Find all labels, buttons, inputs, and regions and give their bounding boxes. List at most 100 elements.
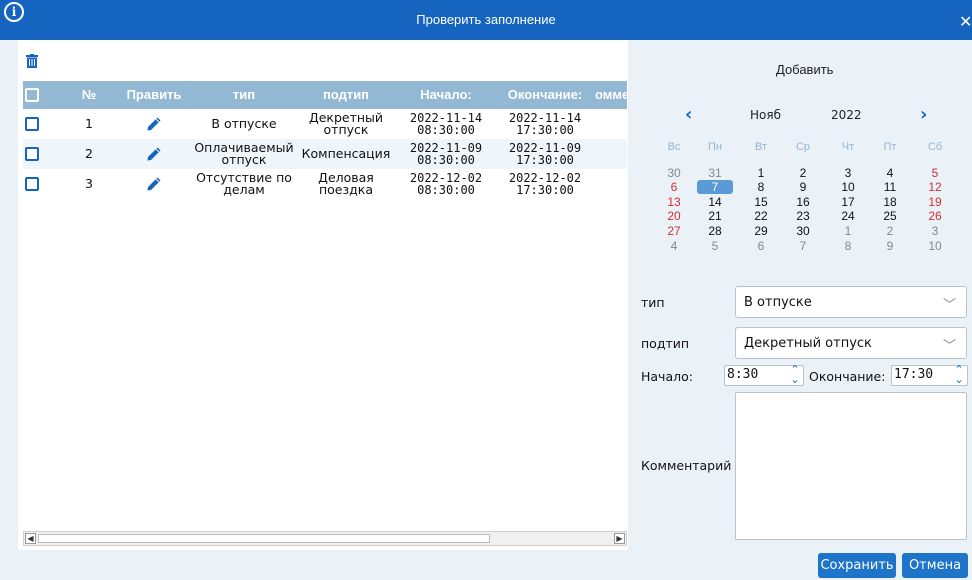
calendar-day[interactable]: 25 (875, 209, 905, 223)
calendar-day[interactable]: 30 (659, 166, 689, 180)
pencil-icon[interactable] (146, 146, 162, 162)
edit-cell[interactable] (121, 169, 187, 199)
table-row[interactable]: 1 В отпуске Декретный отпуск 2022-11-14 08:… (23, 109, 627, 139)
calendar-day[interactable]: 8 (746, 180, 776, 194)
calendar-day[interactable]: 24 (833, 209, 863, 223)
calendar-day[interactable]: 31 (700, 166, 730, 180)
calendar-day[interactable]: 9 (875, 239, 905, 253)
calendar-day[interactable]: 29 (746, 224, 776, 238)
cell-start: 2022-11-14 08:30:00 (409, 111, 483, 137)
calendar-day[interactable]: 28 (700, 224, 730, 238)
type-select[interactable]: В отпуске ﹀ (735, 286, 967, 318)
calendar-year[interactable]: 2022 (831, 108, 862, 122)
cell-subtype: Декретный отпуск (308, 110, 384, 137)
calendar-weekday: Вс (667, 141, 681, 153)
cell-start: 2022-12-02 08:30:00 (409, 171, 483, 197)
header-end[interactable]: Окончание: (497, 81, 593, 109)
calendar-day[interactable]: 12 (920, 180, 950, 194)
calendar-day[interactable]: 5 (700, 239, 730, 253)
calendar-day[interactable]: 27 (659, 224, 689, 238)
cell-end: 2022-12-02 17:30:00 (508, 171, 582, 197)
header-edit[interactable]: Править (121, 81, 187, 109)
calendar-day[interactable]: 22 (746, 209, 776, 223)
calendar-day[interactable]: 13 (659, 195, 689, 209)
calendar-day[interactable]: 3 (920, 224, 950, 238)
scroll-right-arrow-icon[interactable]: ▶ (614, 533, 625, 544)
calendar-month[interactable]: Нояб (750, 108, 781, 122)
calendar-day[interactable]: 9 (788, 180, 818, 194)
calendar-day[interactable]: 5 (920, 166, 950, 180)
calendar-day[interactable]: 6 (659, 180, 689, 194)
row-checkbox[interactable] (25, 117, 39, 131)
spinner-icon[interactable]: ⌃ ⌄ (954, 364, 964, 385)
calendar-day[interactable]: 3 (833, 166, 863, 180)
header-number[interactable]: № (61, 81, 117, 109)
start-time-input[interactable]: 8:30 ⌃ ⌄ (724, 364, 804, 386)
calendar-day[interactable]: 10 (920, 239, 950, 253)
pencil-icon[interactable] (146, 116, 162, 132)
calendar-day[interactable]: 20 (659, 209, 689, 223)
calendar-day[interactable]: 26 (920, 209, 950, 223)
calendar-day[interactable]: 30 (788, 224, 818, 238)
calendar-weekday: Сб (927, 141, 943, 153)
header-type[interactable]: тип (193, 81, 295, 109)
subtype-select-value: Декретный отпуск (744, 336, 872, 351)
calendar-day[interactable]: 2 (875, 224, 905, 238)
calendar-day[interactable]: 2 (788, 166, 818, 180)
calendar-day[interactable]: 23 (788, 209, 818, 223)
header-comment[interactable]: омме (595, 81, 627, 109)
cell-type: Оплачиваемый отпуск (194, 140, 294, 167)
calendar-weekday: Ср (795, 141, 811, 153)
info-icon[interactable]: i (4, 2, 24, 22)
save-button[interactable]: Сохранить (818, 553, 896, 578)
row-checkbox[interactable] (25, 177, 39, 191)
pencil-icon[interactable] (146, 176, 162, 192)
close-icon[interactable]: ✕ (959, 15, 972, 28)
end-time-input[interactable]: 17:30 ⌃ ⌄ (891, 364, 968, 386)
records-grid: № Править тип подтип Начало: Окончание: … (23, 81, 627, 528)
spinner-icon[interactable]: ⌃ ⌄ (790, 364, 800, 385)
chevron-right-icon[interactable]: › (920, 106, 927, 124)
subtype-label: подтип (641, 336, 690, 351)
calendar-day[interactable]: 7 (788, 239, 818, 253)
chevron-left-icon[interactable]: ‹ (685, 106, 692, 124)
comment-textarea[interactable] (735, 392, 967, 540)
calendar-day[interactable]: 15 (746, 195, 776, 209)
calendar-day[interactable]: 18 (875, 195, 905, 209)
calendar-day[interactable]: 19 (920, 195, 950, 209)
calendar-day[interactable]: 14 (700, 195, 730, 209)
edit-cell[interactable] (121, 109, 187, 139)
calendar-day[interactable]: 17 (833, 195, 863, 209)
calendar-day[interactable]: 21 (700, 209, 730, 223)
scroll-left-arrow-icon[interactable]: ◀ (25, 533, 36, 544)
subtype-select[interactable]: Декретный отпуск ﹀ (735, 327, 967, 359)
header-subtype[interactable]: подтип (301, 81, 391, 109)
table-row[interactable]: 3 Отсутствие по делам Деловая поездка 2022-… (23, 169, 627, 199)
calendar-weekday: Пт (883, 141, 897, 153)
edit-cell[interactable] (121, 139, 187, 169)
comment-label: Комментарий (641, 458, 732, 473)
start-time-value: 8:30 (727, 367, 759, 382)
calendar-day[interactable]: 6 (746, 239, 776, 253)
calendar-day[interactable]: 11 (875, 180, 905, 194)
calendar-day[interactable]: 7 (697, 180, 733, 194)
trash-icon[interactable] (26, 54, 38, 68)
type-label: тип (641, 295, 665, 310)
header-start[interactable]: Начало: (401, 81, 491, 109)
calendar-day[interactable]: 16 (788, 195, 818, 209)
calendar-day[interactable]: 1 (833, 224, 863, 238)
chevron-down-icon: ﹀ (942, 339, 956, 354)
calendar-day[interactable]: 4 (875, 166, 905, 180)
calendar-day[interactable]: 10 (833, 180, 863, 194)
scroll-thumb[interactable] (38, 534, 490, 543)
cell-subtype: Компенсация (301, 146, 391, 161)
calendar-day[interactable]: 8 (833, 239, 863, 253)
table-row[interactable]: 2 Оплачиваемый отпуск Компенсация 2022-11-0… (23, 139, 627, 169)
horizontal-scrollbar[interactable]: ◀ ▶ (23, 531, 627, 546)
calendar-day[interactable]: 1 (746, 166, 776, 180)
cancel-button[interactable]: Отмена (902, 553, 968, 578)
select-all-checkbox[interactable] (25, 88, 39, 102)
type-select-value: В отпуске (744, 295, 812, 310)
calendar-day[interactable]: 4 (659, 239, 689, 253)
row-checkbox[interactable] (25, 147, 39, 161)
